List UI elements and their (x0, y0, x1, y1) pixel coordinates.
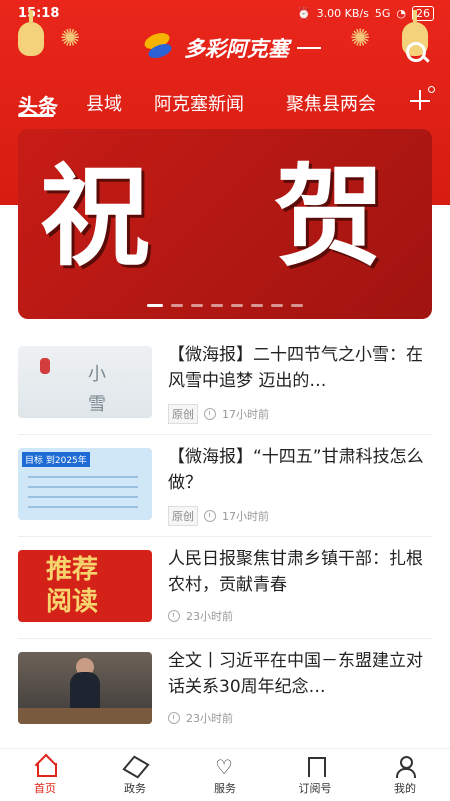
alarm-icon: ⏰ (296, 7, 311, 20)
news-thumbnail: 推荐 阅读 (18, 550, 152, 622)
tab-akesai-news[interactable]: 阿克塞新闻 (154, 90, 244, 116)
tab-county-sessions[interactable]: 聚焦县两会 (286, 90, 392, 116)
nav-label: 我的 (394, 782, 416, 795)
news-thumbnail: 目标 到2025年 (18, 448, 152, 520)
news-time: 23小时前 (186, 712, 233, 725)
news-meta: 23小时前 (168, 710, 233, 726)
logo-text: 多彩阿克塞 (184, 37, 289, 61)
original-tag: 原创 (168, 404, 198, 424)
divider (18, 434, 432, 435)
cube-icon (122, 755, 150, 779)
network-speed: 3.00 KB/s (316, 7, 369, 20)
wifi-icon: ◔ (396, 7, 406, 20)
carousel-indicator (18, 304, 432, 307)
news-thumbnail: 小 雪 (18, 346, 152, 418)
news-item[interactable]: 目标 到2025年 【微海报】“十四五”甘肃科技怎么做？ 原创 17小时前 (0, 447, 450, 550)
app-logo: 多彩阿克塞 (142, 29, 321, 66)
home-icon (34, 753, 58, 777)
divider (18, 638, 432, 639)
news-item[interactable]: 小 雪 【微海报】二十四节气之小雪：在风雪中追梦 迈出的… 原创 17小时前 (0, 345, 450, 448)
news-title: 人民日报聚焦甘肃乡镇干部：扎根农村，贡献青春 (168, 549, 423, 595)
nav-label: 订阅号 (298, 782, 332, 795)
lantern-decoration-left (18, 10, 44, 56)
clock-icon (168, 610, 180, 622)
clock-icon (204, 510, 216, 522)
banner-char: 祝 (40, 153, 150, 281)
heart-icon: ♡ (215, 755, 233, 779)
news-meta: 原创 17小时前 (168, 404, 269, 424)
news-meta: 原创 17小时前 (168, 506, 269, 526)
original-tag: 原创 (168, 506, 198, 526)
tab-county[interactable]: 县域 (86, 90, 122, 116)
nav-services[interactable]: ♡ 服务 (195, 755, 255, 796)
logo-mark-icon (142, 29, 178, 66)
news-time: 23小时前 (186, 610, 233, 623)
user-icon (394, 755, 416, 778)
news-title: 【微海报】“十四五”甘肃科技怎么做？ (168, 447, 424, 493)
nav-label: 首页 (34, 782, 56, 795)
add-channel-icon[interactable] (410, 86, 435, 112)
banner-char: 贺 (274, 153, 384, 281)
nav-government[interactable]: 政务 (105, 755, 165, 796)
news-item[interactable]: 推荐 阅读 人民日报聚焦甘肃乡镇干部：扎根农村，贡献青春 23小时前 (0, 549, 450, 652)
status-time: 15:18 (18, 6, 60, 21)
nav-home[interactable]: 首页 (15, 753, 75, 796)
banner-carousel[interactable]: 祝 贺 (18, 129, 432, 319)
news-time: 17小时前 (222, 408, 269, 421)
clock-icon (204, 408, 216, 420)
nav-profile[interactable]: 我的 (375, 755, 435, 796)
news-title: 【微海报】二十四节气之小雪：在风雪中追梦 迈出的… (168, 345, 423, 391)
firework-decoration: ✺ (60, 24, 81, 52)
news-meta: 23小时前 (168, 608, 233, 624)
bookmark-icon (304, 755, 326, 777)
firework-decoration: ✺ (350, 24, 371, 52)
active-tab-indicator (18, 114, 54, 117)
nav-subscriptions[interactable]: 订阅号 (285, 755, 345, 796)
clock-icon (168, 712, 180, 724)
bottom-nav: 首页 政务 ♡ 服务 订阅号 我的 (0, 748, 450, 801)
channel-tabs: 头条 县域 阿克塞新闻 聚焦县两会 (0, 82, 450, 124)
news-item[interactable]: 全文丨习近平在中国－东盟建立对话关系30周年纪念… 23小时前 (0, 651, 450, 754)
nav-label: 政务 (124, 782, 146, 795)
news-thumbnail (18, 652, 152, 724)
news-time: 17小时前 (222, 510, 269, 523)
divider (18, 536, 432, 537)
nav-label: 服务 (214, 782, 236, 795)
network-type: 5G (374, 7, 391, 20)
news-title: 全文丨习近平在中国－东盟建立对话关系30周年纪念… (168, 651, 423, 697)
search-icon[interactable] (404, 40, 430, 66)
